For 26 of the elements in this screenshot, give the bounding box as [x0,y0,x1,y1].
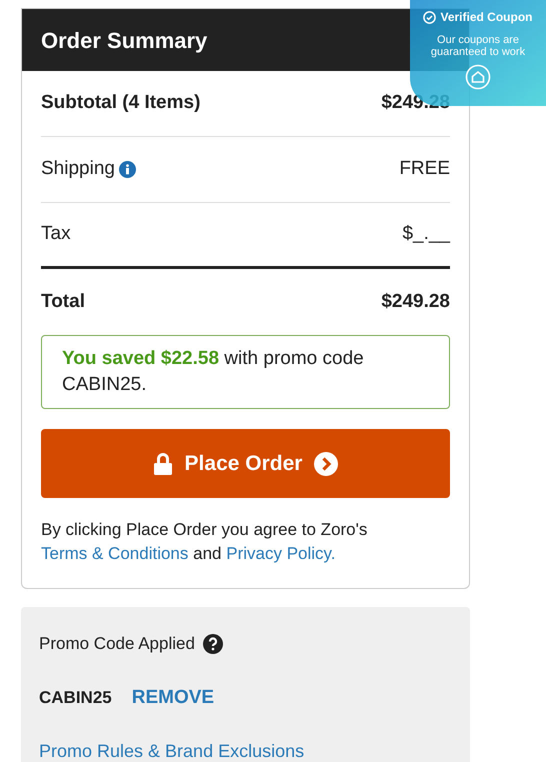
terms-link[interactable]: Terms & Conditions [41,544,188,563]
remove-link[interactable]: REMOVE [132,684,214,712]
place-order-button[interactable]: Place Order [41,429,450,498]
privacy-link[interactable]: Privacy Policy. [226,544,336,563]
row-value: FREE [399,157,450,182]
row-value: $249.28 [381,290,450,314]
badge-title: Verified Coupon [440,9,532,26]
chevron-circle-icon [314,452,338,476]
check-badge-icon [423,10,436,24]
promo-title: Promo Code Applied [39,633,195,655]
row-label: Shipping [41,157,115,182]
row-value: $249.28 [381,91,450,116]
lock-icon [152,452,173,474]
row-value: $_.__ [402,222,450,246]
promo-rules-link[interactable]: Promo Rules & Brand Exclusions [39,738,452,762]
help-icon[interactable] [202,634,223,654]
card-title: Order Summary [41,26,208,55]
row-label: Tax [41,222,71,246]
savings-notice: You saved $22.58 with promo code CABIN25. [41,335,450,409]
home-icon[interactable] [465,64,491,90]
agreement-text: By clicking Place Order you agree to Zoro's Terms & Conditions and Privacy Policy. [41,519,368,565]
row-label: Subtotal (4 Items) [41,91,200,116]
row-label: Total [41,290,85,314]
promo-code: CABIN25 [39,687,112,709]
badge-subtitle: Our coupons are guaranteed to work [430,34,526,58]
info-icon[interactable] [118,161,136,178]
